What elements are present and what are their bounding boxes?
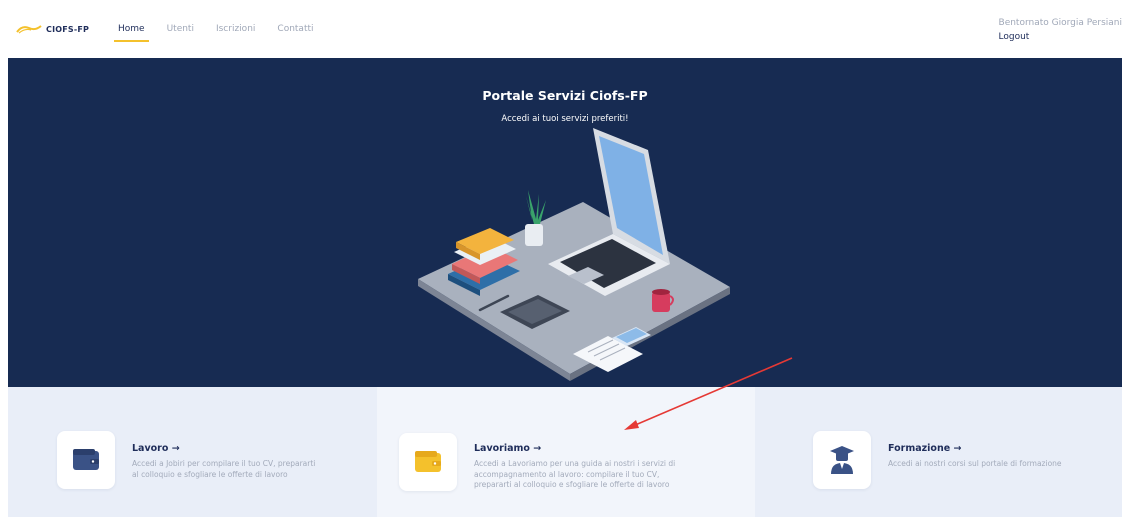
card-lavoriamo[interactable]: Lavoriamo → Accedi a Lavoriamo per una g… <box>377 387 755 517</box>
card-formazione[interactable]: Formazione → Accedi ai nostri corsi sul … <box>755 387 1122 517</box>
card-lavoro-title[interactable]: Lavoro → <box>132 443 180 454</box>
mug-icon <box>652 289 674 312</box>
brand-name: CIOFS-FP <box>46 24 90 34</box>
main-nav: Home Utenti Iscrizioni Contatti <box>114 20 336 42</box>
hero-subtitle: Accedi ai tuoi servizi preferiti! <box>501 114 629 124</box>
hero-title: Portale Servizi Ciofs-FP <box>482 88 648 103</box>
card-formazione-title[interactable]: Formazione → <box>888 443 961 454</box>
graduate-icon <box>830 446 854 474</box>
top-navbar: CIOFS-FP Home Utenti Iscrizioni Contatti… <box>8 6 1122 56</box>
hero-banner: Portale Servizi Ciofs-FP Accedi ai tuoi … <box>8 58 1122 387</box>
desk-illustration <box>418 128 730 381</box>
card-lavoriamo-description: Accedi a Lavoriamo per una guida ai nost… <box>474 459 676 489</box>
nav-link-iscrizioni[interactable]: Iscrizioni <box>216 20 255 38</box>
nav-link-home[interactable]: Home <box>114 20 149 42</box>
card-lavoriamo-title[interactable]: Lavoriamo → <box>474 443 541 454</box>
plant-icon <box>525 190 546 246</box>
logo-mark-icon <box>16 25 42 34</box>
card-formazione-icon-box <box>813 431 871 489</box>
logout-link[interactable]: Logout <box>999 30 1122 44</box>
service-cards: Lavoro → Accedi a Jobiri per compilare i… <box>8 387 1122 517</box>
nav-link-contatti[interactable]: Contatti <box>277 20 313 38</box>
nav-link-utenti[interactable]: Utenti <box>167 20 194 38</box>
card-lavoriamo-icon-box <box>399 433 457 491</box>
card-lavoro-description: Accedi a Jobiri per compilare il tuo CV,… <box>132 459 316 479</box>
wallet-icon <box>415 451 441 472</box>
user-box: Bentornato Giorgia Persiani Logout <box>999 16 1122 44</box>
card-lavoro[interactable]: Lavoro → Accedi a Jobiri per compilare i… <box>8 387 377 517</box>
wallet-icon <box>73 449 99 470</box>
card-formazione-description: Accedi ai nostri corsi sul portale di fo… <box>888 459 1062 468</box>
user-greeting: Bentornato Giorgia Persiani <box>998 18 1122 28</box>
brand-logo[interactable]: CIOFS-FP <box>16 24 89 34</box>
card-lavoro-icon-box <box>57 431 115 489</box>
